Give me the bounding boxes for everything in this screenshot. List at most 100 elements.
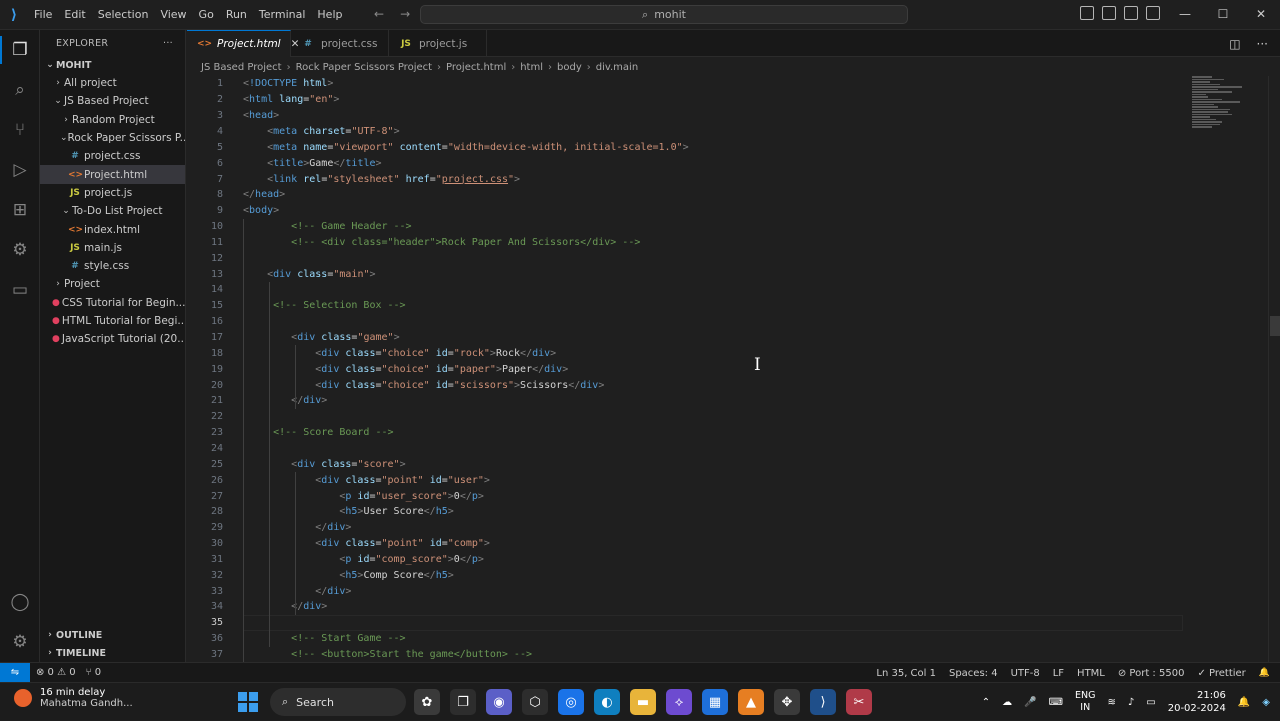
workspace-root[interactable]: ⌄ MOHIT	[40, 56, 185, 74]
menu-item-help[interactable]: Help	[311, 8, 348, 21]
outline-section[interactable]: › OUTLINE	[40, 626, 186, 644]
extensions-icon[interactable]: ⊞	[0, 190, 40, 230]
editor-scrollbar[interactable]	[1268, 76, 1280, 662]
toggle-primary-sidebar-icon[interactable]	[1080, 6, 1094, 20]
tab-project-html[interactable]: <> Project.html ✕	[187, 30, 299, 57]
file-item[interactable]: # project.css	[40, 147, 185, 165]
breadcrumb-item[interactable]: JS Based Project	[201, 62, 282, 73]
more-editor-actions-icon[interactable]: ···	[1257, 37, 1268, 51]
remote-explorer-icon[interactable]: ▭	[0, 270, 40, 310]
breadcrumb-item[interactable]: Project.html	[446, 62, 506, 73]
remote-indicator[interactable]: ⇋	[0, 662, 30, 683]
breadcrumb-item[interactable]: div.main	[596, 62, 638, 73]
source-control-icon[interactable]: ⑂	[0, 110, 40, 150]
indentation[interactable]: Spaces: 4	[949, 668, 998, 679]
customize-layout-icon[interactable]	[1146, 6, 1160, 20]
copilot-app-icon[interactable]: ⬡	[522, 689, 548, 715]
edge-icon[interactable]: ◐	[594, 689, 620, 715]
folder-item[interactable]: › Random Project	[40, 111, 185, 129]
store-icon[interactable]: ▦	[702, 689, 728, 715]
tab-project-js[interactable]: JS project.js	[389, 30, 487, 57]
file-explorer-icon[interactable]: ▬	[630, 689, 656, 715]
game-icon[interactable]: ✥	[774, 689, 800, 715]
close-window-icon[interactable]: ✕	[1242, 0, 1280, 30]
language-indicator[interactable]: ENG IN	[1075, 690, 1095, 714]
file-item[interactable]: <> Project.html	[40, 165, 185, 184]
file-item[interactable]: # style.css	[40, 257, 185, 275]
microphone-icon[interactable]: 🎤	[1024, 697, 1036, 708]
file-item[interactable]: ● HTML Tutorial for Begi...	[40, 312, 185, 330]
breadcrumb-item[interactable]: body	[557, 62, 582, 73]
notifications-icon[interactable]: 🔔	[1238, 697, 1250, 708]
teams-chat-icon[interactable]: ◉	[486, 689, 512, 715]
minimap[interactable]	[1192, 76, 1252, 146]
encoding[interactable]: UTF-8	[1011, 668, 1040, 679]
accounts-icon[interactable]: ◯	[0, 582, 40, 622]
maximize-icon[interactable]: ☐	[1204, 0, 1242, 30]
file-item[interactable]: ● CSS Tutorial for Begin...	[40, 294, 185, 312]
prettier-status[interactable]: ✓ Prettier	[1197, 668, 1245, 679]
more-actions-icon[interactable]: ···	[163, 38, 173, 49]
battery-icon[interactable]: ▭	[1146, 697, 1155, 708]
windows-start-icon[interactable]	[238, 692, 258, 712]
copilot-icon[interactable]: ⚙	[0, 230, 40, 270]
clock[interactable]: 21:06 20-02-2024	[1168, 689, 1226, 715]
end-of-line[interactable]: LF	[1053, 668, 1064, 679]
tab-project-css[interactable]: # project.css	[291, 30, 389, 57]
problems-status[interactable]: ⊗ 0 ⚠ 0	[36, 667, 76, 678]
folder-item[interactable]: ⌄ JS Based Project	[40, 92, 185, 110]
file-item[interactable]: JS main.js	[40, 239, 185, 257]
breadcrumb-item[interactable]: Rock Paper Scissors Project	[296, 62, 432, 73]
file-item[interactable]: <> index.html	[40, 220, 185, 238]
menu-item-view[interactable]: View	[154, 8, 192, 21]
manage-gear-icon[interactable]: ⚙	[0, 622, 40, 662]
explorer-icon[interactable]: ❐	[0, 30, 40, 70]
menu-item-terminal[interactable]: Terminal	[253, 8, 312, 21]
onedrive-icon[interactable]: ☁	[1002, 697, 1012, 708]
timeline-section[interactable]: › TIMELINE	[40, 644, 186, 662]
minimize-icon[interactable]: —	[1166, 0, 1204, 30]
menu-item-selection[interactable]: Selection	[92, 8, 155, 21]
live-server-port[interactable]: ⊘ Port : 5500	[1118, 668, 1185, 679]
search-view-icon[interactable]: ⌕	[0, 70, 40, 110]
notifications-bell-icon[interactable]: 🔔	[1259, 668, 1270, 678]
weather-widget[interactable]: 16 min delay Mahatma Gandh...	[14, 687, 133, 709]
chrome-icon[interactable]: ◎	[558, 689, 584, 715]
file-item[interactable]: JS project.js	[40, 184, 185, 202]
copilot-tray-icon[interactable]: ◈	[1262, 697, 1270, 708]
widgets-app-icon[interactable]: ✿	[414, 689, 440, 715]
visual-studio-icon[interactable]: ⟡	[666, 689, 692, 715]
file-item[interactable]: ● JavaScript Tutorial (20...	[40, 330, 185, 348]
run-debug-icon[interactable]: ▷	[0, 150, 40, 190]
menu-item-file[interactable]: File	[28, 8, 58, 21]
split-editor-icon[interactable]: ◫	[1229, 37, 1240, 51]
toggle-secondary-sidebar-icon[interactable]	[1124, 6, 1138, 20]
folder-item[interactable]: › All project	[40, 74, 185, 92]
menu-item-edit[interactable]: Edit	[58, 8, 91, 21]
menu-item-go[interactable]: Go	[193, 8, 220, 21]
chevron-down-icon: ⌄	[62, 206, 70, 217]
snipping-tool-icon[interactable]: ✂	[846, 689, 872, 715]
forward-arrow-icon[interactable]: →	[400, 7, 410, 21]
show-hidden-icons-icon[interactable]: ⌃	[982, 697, 990, 708]
ports-status[interactable]: ⑂ 0	[86, 667, 102, 678]
folder-item[interactable]: ⌄ To-Do List Project	[40, 202, 185, 220]
folder-item[interactable]: › Project	[40, 275, 185, 293]
language-mode[interactable]: HTML	[1077, 668, 1105, 679]
wifi-icon[interactable]: ≋	[1107, 697, 1115, 708]
task-view-icon[interactable]: ❐	[450, 689, 476, 715]
vscode-taskbar-icon[interactable]: ⟩	[810, 689, 836, 715]
code-text: <body>	[243, 205, 280, 217]
command-center[interactable]: ⌕ mohit	[420, 5, 908, 24]
breadcrumb-item[interactable]: html	[520, 62, 543, 73]
back-arrow-icon[interactable]: ←	[374, 7, 384, 21]
folder-item[interactable]: ⌄ Rock Paper Scissors P...	[40, 129, 185, 147]
cursor-position[interactable]: Ln 35, Col 1	[876, 668, 936, 679]
volume-icon[interactable]: ♪	[1128, 697, 1134, 708]
toggle-panel-icon[interactable]	[1102, 6, 1116, 20]
menu-item-run[interactable]: Run	[220, 8, 253, 21]
taskbar-search[interactable]: ⌕ Search	[270, 688, 406, 716]
code-editor[interactable]: 1 <!DOCTYPE html> 2 <html lang="en"> 3 <head>…	[187, 76, 1267, 662]
keyboard-icon[interactable]: ⌨	[1049, 697, 1063, 708]
vlc-icon[interactable]: ▲	[738, 689, 764, 715]
